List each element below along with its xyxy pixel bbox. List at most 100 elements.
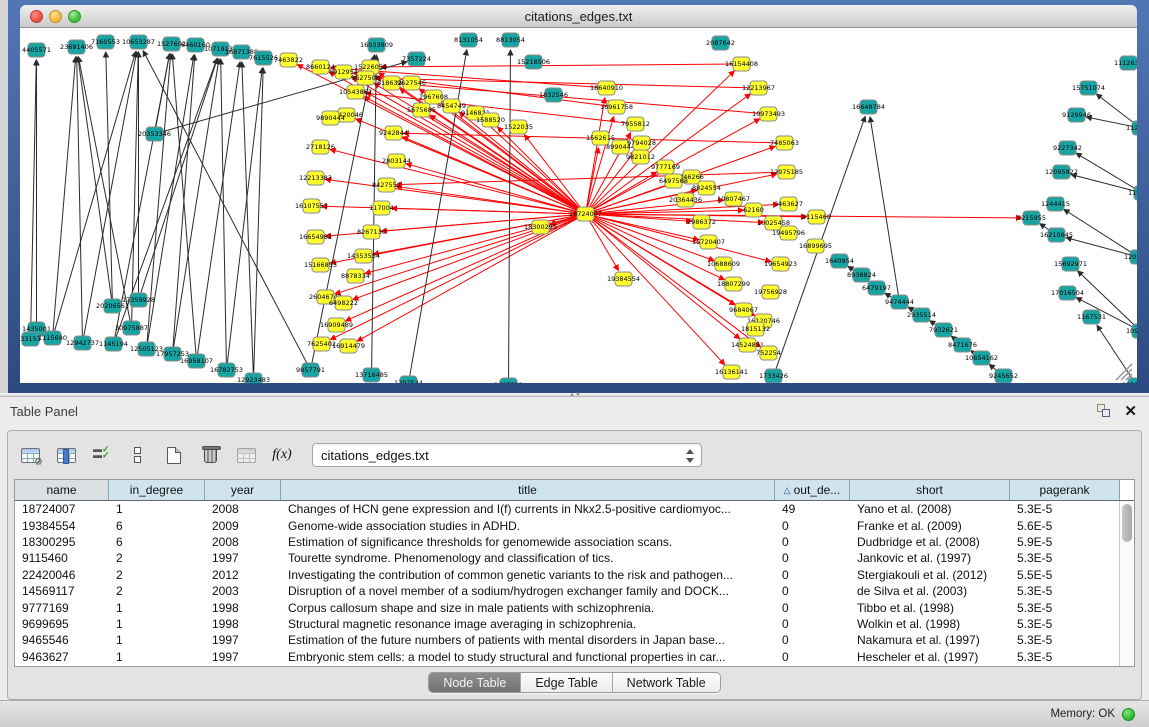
table-cell[interactable]: 1997 — [205, 650, 281, 664]
table-row[interactable]: 911546021997Tourette syndrome. Phenomeno… — [15, 550, 1134, 566]
table-cell[interactable]: 19384554 — [15, 519, 109, 533]
graph-node[interactable]: 19495796 — [772, 226, 805, 240]
table-cell[interactable]: 0 — [775, 650, 850, 664]
table-cell[interactable]: 5.9E-5 — [1010, 535, 1120, 549]
graph-node[interactable]: 10653287 — [122, 35, 155, 49]
graph-node[interactable]: 8824554 — [692, 181, 721, 195]
graph-node[interactable]: 30975887 — [115, 321, 148, 335]
table-cell[interactable]: 1 — [109, 502, 205, 516]
graph-node[interactable]: 18807299 — [717, 277, 750, 291]
table-row[interactable]: 1456911722003Disruption of a novel membe… — [15, 583, 1134, 599]
graph-node[interactable]: 1815132 — [741, 322, 770, 336]
graph-node[interactable]: 8878334 — [341, 269, 370, 283]
graph-node[interactable]: 752254 — [756, 346, 781, 360]
graph-node[interactable]: 2935514 — [907, 308, 936, 322]
graph-node[interactable]: 6479197 — [862, 281, 891, 295]
graph-node[interactable]: 2986372 — [687, 215, 716, 229]
graph-node[interactable]: 23691406 — [60, 40, 93, 54]
graph-node[interactable]: 16961758 — [600, 100, 633, 114]
graph-node[interactable]: 9245652 — [989, 369, 1018, 383]
graph-node[interactable]: 10807467 — [717, 192, 750, 206]
table-cell[interactable]: 5.6E-5 — [1010, 519, 1120, 533]
graph-node[interactable]: 18640910 — [590, 81, 623, 95]
graph-node[interactable]: 16136141 — [715, 365, 748, 379]
graph-node[interactable]: 10973493 — [752, 107, 785, 121]
citation-edge-black[interactable] — [1064, 209, 1134, 253]
table-cell[interactable]: 0 — [775, 601, 850, 615]
table-cell[interactable]: Nakamura et al. (1997) — [850, 633, 1010, 647]
citation-edge-black[interactable] — [53, 57, 76, 332]
graph-node[interactable]: 7932621 — [929, 323, 958, 337]
citation-edge-red[interactable] — [396, 172, 780, 184]
graph-node[interactable]: 16154408 — [725, 57, 758, 71]
table-row[interactable]: 1938455462009Genome-wide association stu… — [15, 517, 1134, 533]
graph-node[interactable]: 1145194 — [99, 337, 128, 351]
table-cell[interactable]: 1 — [109, 633, 205, 647]
graph-node[interactable]: 15751074 — [1072, 81, 1105, 95]
table-cell[interactable]: 9777169 — [15, 601, 109, 615]
show-columns-icon[interactable] — [50, 440, 82, 470]
graph-node[interactable]: 16914479 — [332, 339, 365, 353]
table-cell[interactable]: 9115460 — [15, 551, 109, 565]
tab-network-table[interactable]: Network Table — [613, 673, 720, 692]
table-row[interactable]: 977716911998Corpus callosum shape and si… — [15, 599, 1134, 615]
network-window-titlebar[interactable]: citations_edges.txt — [20, 5, 1137, 28]
tab-edge-table[interactable]: Edge Table — [521, 673, 612, 692]
table-cell[interactable]: Tourette syndrome. Phenomenology and cla… — [281, 551, 775, 565]
graph-node[interactable]: 9350861 — [1122, 378, 1137, 383]
graph-node[interactable]: 14353534 — [347, 249, 380, 263]
tab-node-table[interactable]: Node Table — [429, 673, 521, 692]
table-cell[interactable]: 2 — [109, 568, 205, 582]
table-cell[interactable]: 0 — [775, 519, 850, 533]
unselect-all-icon[interactable] — [122, 440, 154, 470]
table-cell[interactable]: 18724007 — [15, 502, 109, 516]
graph-node[interactable]: 16107553 — [295, 199, 328, 213]
table-cell[interactable]: 14569117 — [15, 584, 109, 598]
table-cell[interactable]: Hescheler et al. (1997) — [850, 650, 1010, 664]
table-cell[interactable]: Investigating the contribution of common… — [281, 568, 775, 582]
graph-node[interactable]: 16033809 — [360, 38, 393, 52]
table-cell[interactable]: 9463627 — [15, 650, 109, 664]
split-pane-divider[interactable]: ▲▼ — [0, 393, 1149, 397]
graph-node[interactable]: 15166853 — [304, 258, 337, 272]
graph-node[interactable]: 16958107 — [180, 354, 213, 368]
table-cell[interactable]: 5.3E-5 — [1010, 584, 1120, 598]
graph-node[interactable]: 1204417 — [1124, 250, 1137, 264]
select-all-icon[interactable]: ▬✓▬✓ — [86, 440, 118, 470]
table-cell[interactable]: Estimation of the future numbers of pati… — [281, 633, 775, 647]
graph-node[interactable]: 15692971 — [1054, 257, 1087, 271]
graph-node[interactable]: 12095822 — [1045, 165, 1078, 179]
table-cell[interactable]: 18300295 — [15, 535, 109, 549]
table-cell[interactable]: 2008 — [205, 502, 281, 516]
table-row[interactable]: 969969511998Structural magnetic resonanc… — [15, 616, 1134, 632]
table-cell[interactable]: Changes of HCN gene expression and I(f) … — [281, 502, 775, 516]
network-canvas[interactable]: 1872400786601248912954152260589627508818… — [20, 28, 1137, 383]
table-cell[interactable]: 5.3E-5 — [1010, 617, 1120, 631]
citation-edge-red[interactable] — [441, 103, 580, 210]
table-row[interactable]: 946362711997Embryonic stem cells: a mode… — [15, 649, 1134, 665]
table-select-dropdown[interactable]: citations_edges.txt — [312, 443, 702, 467]
graph-node[interactable]: 9777169 — [651, 160, 680, 174]
graph-node[interactable]: 10543862 — [339, 85, 372, 99]
table-cell[interactable]: 5.3E-5 — [1010, 551, 1120, 565]
citation-edge-black[interactable] — [140, 59, 217, 295]
citation-edge-black[interactable] — [870, 117, 898, 296]
table-cell[interactable]: Embryonic stem cells: a model to study s… — [281, 650, 775, 664]
column-header-in_degree[interactable]: in_degree — [109, 480, 205, 500]
graph-node[interactable]: 10654162 — [965, 351, 998, 365]
citation-edge-red[interactable] — [586, 98, 604, 208]
table-cell[interactable]: 1998 — [205, 601, 281, 615]
column-header-title[interactable]: title — [281, 480, 775, 500]
graph-node[interactable]: 7357224 — [402, 52, 431, 66]
graph-node[interactable]: 16648784 — [852, 100, 885, 114]
graph-node[interactable]: 1244415 — [1041, 197, 1070, 211]
citation-edge-black[interactable] — [173, 59, 219, 348]
new-table-icon[interactable] — [158, 440, 190, 470]
column-header-name[interactable]: name — [15, 480, 109, 500]
graph-node[interactable]: 62160 — [743, 203, 764, 217]
graph-node[interactable]: 9857791 — [296, 363, 325, 377]
table-cell[interactable]: 5.3E-5 — [1010, 633, 1120, 647]
graph-node[interactable]: 6498222 — [329, 296, 358, 310]
citation-edge-red[interactable] — [380, 64, 735, 67]
graph-node[interactable]: 20353346 — [138, 127, 171, 141]
